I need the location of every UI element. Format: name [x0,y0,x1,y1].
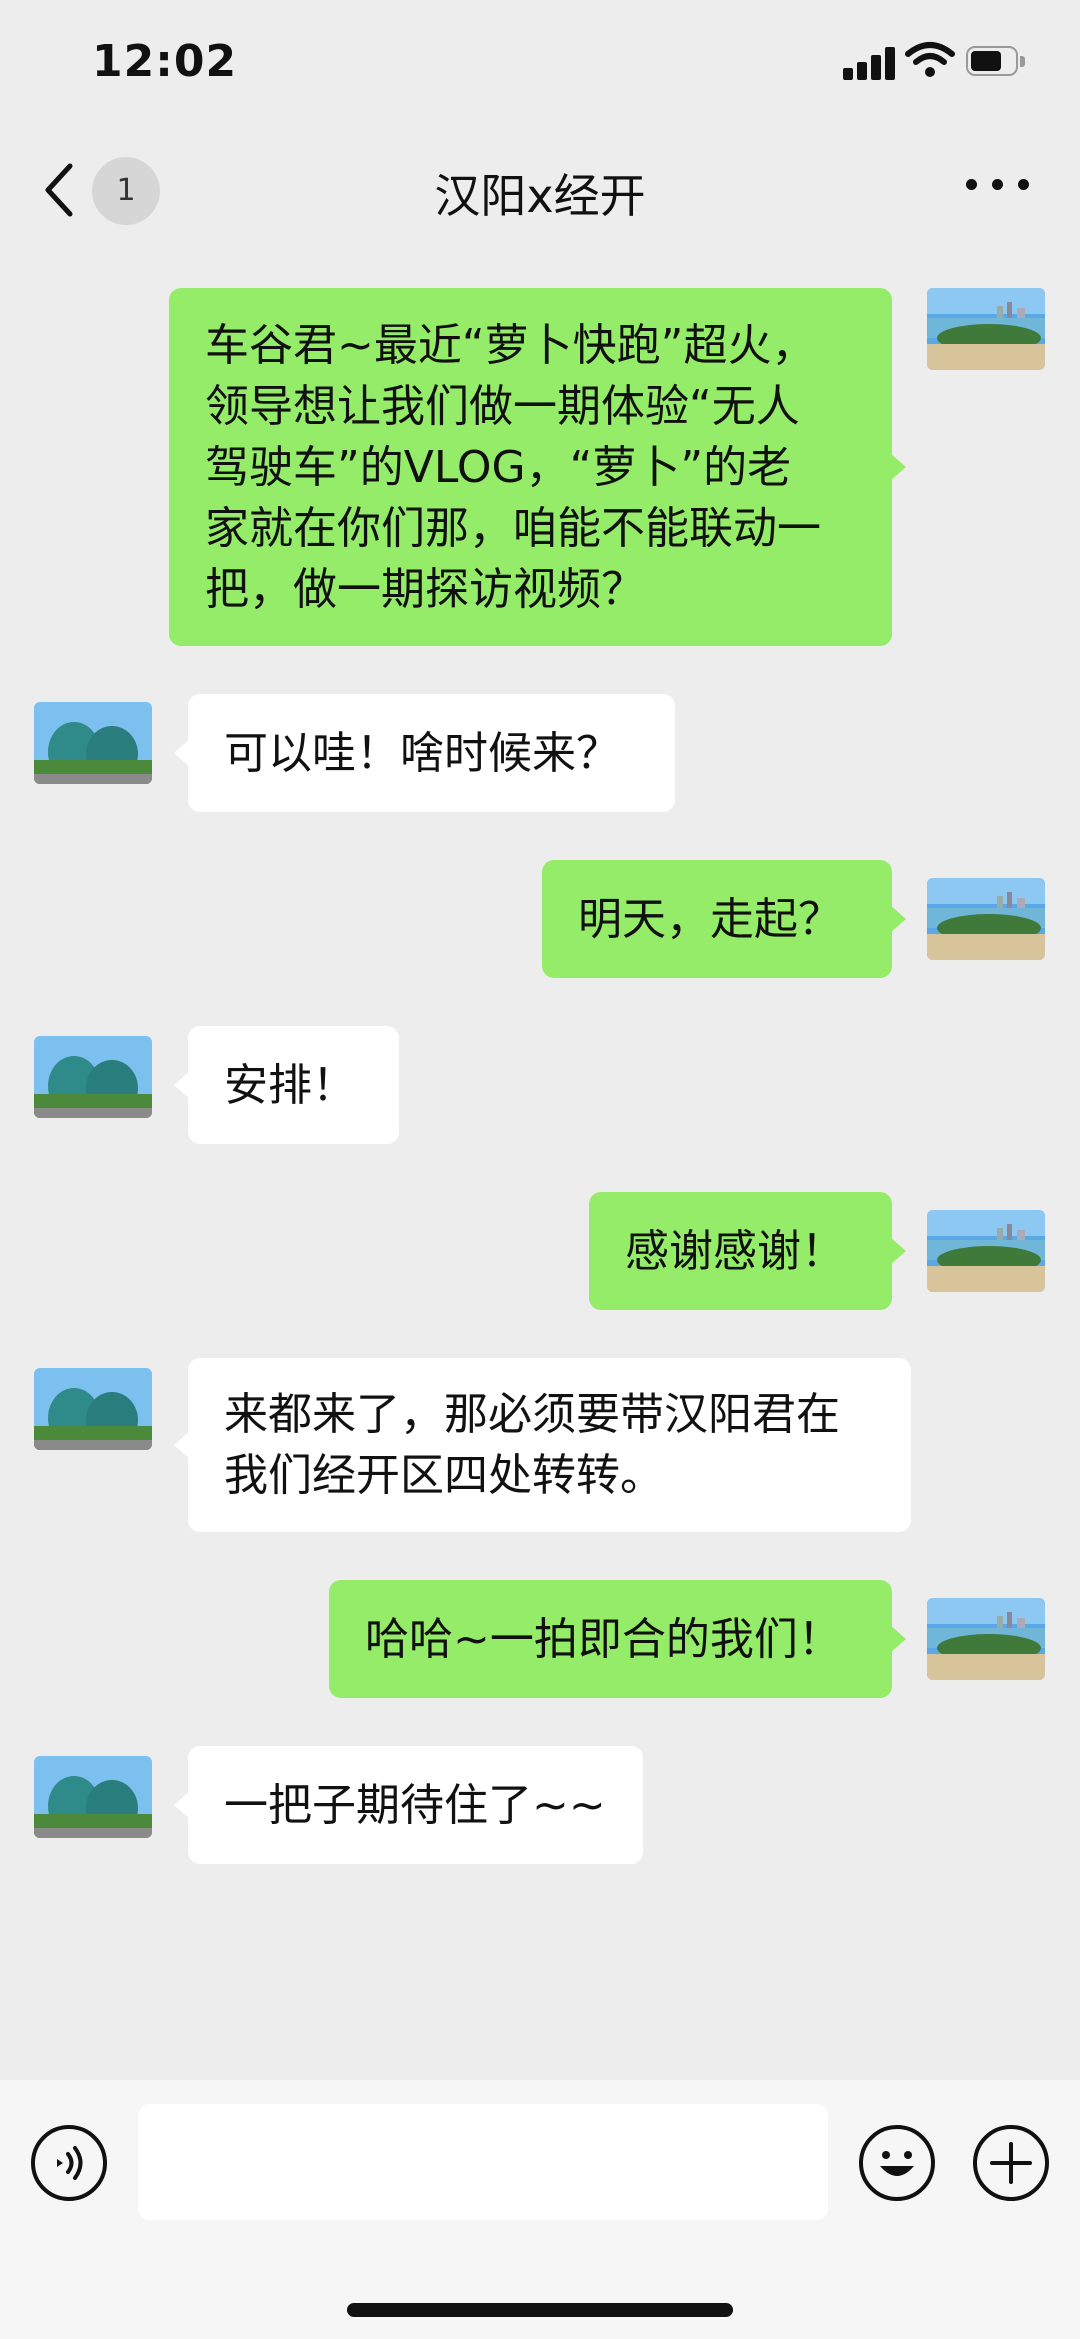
home-indicator[interactable] [347,2303,733,2317]
wifi-icon [905,42,955,77]
avatar-self[interactable] [927,878,1045,960]
message-bubble[interactable]: 一把子期待住了~~ [174,1746,643,1864]
avatar-self[interactable] [927,1210,1045,1292]
more-dots-icon[interactable] [966,175,1030,195]
battery-icon [966,46,1026,78]
input-bar [0,2080,1080,2339]
avatar-contact[interactable] [34,702,152,784]
plus-icon[interactable] [972,2124,1050,2202]
message-input[interactable] [138,2104,828,2220]
avatar-self[interactable] [927,288,1045,370]
emoji-icon[interactable] [858,2124,936,2202]
message-bubble[interactable]: 哈哈~一拍即合的我们！ [329,1580,906,1698]
message-bubble[interactable]: 安排！ [174,1026,399,1144]
status-bar: 12:02 [0,0,1080,130]
chat-history[interactable]: 车谷君~最近“萝卜快跑”超火， 领导想让我们做一期体验“无人 驾驶车”的VLOG… [0,252,1080,2080]
park-architecture-avatar-image [34,1756,152,1838]
park-architecture-avatar-image [34,702,152,784]
avatar-self[interactable] [927,1598,1045,1680]
park-architecture-avatar-image [34,1368,152,1450]
status-time: 12:02 [92,36,238,87]
river-city-avatar-image [927,878,1045,960]
message-bubble[interactable]: 来都来了，那必须要带汉阳君在 我们经开区四处转转。 [174,1358,911,1532]
voice-icon[interactable] [30,2124,108,2202]
chat-title: 汉阳x经开 [434,169,646,223]
message-bubble[interactable]: 明天，走起？ [542,860,906,978]
avatar-contact[interactable] [34,1368,152,1450]
message-bubble[interactable]: 感谢感谢！ [589,1192,906,1310]
message-bubble[interactable]: 车谷君~最近“萝卜快跑”超火， 领导想让我们做一期体验“无人 驾驶车”的VLOG… [169,288,906,646]
message-bubble[interactable]: 可以哇！啥时候来？ [174,694,675,812]
cellular-signal-icon [843,46,899,80]
park-architecture-avatar-image [34,1036,152,1118]
avatar-contact[interactable] [34,1036,152,1118]
river-city-avatar-image [927,288,1045,370]
river-city-avatar-image [927,1598,1045,1680]
river-city-avatar-image [927,1210,1045,1292]
avatar-contact[interactable] [34,1756,152,1838]
